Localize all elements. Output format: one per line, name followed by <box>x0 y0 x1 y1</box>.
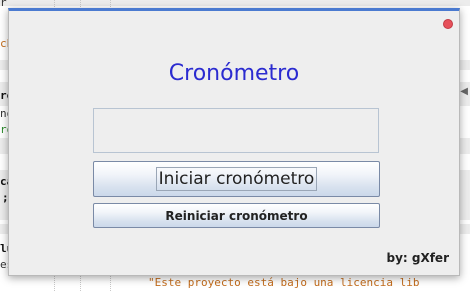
code-string-line: "Este proyecto está bajo una licencia li… <box>148 276 420 289</box>
start-stopwatch-button[interactable]: Iniciar cronómetro <box>93 161 380 197</box>
stopwatch-window: Cronómetro Iniciar cronómetro Reiniciar … <box>8 8 460 276</box>
author-credit: by: gXfer <box>386 251 449 265</box>
window-title: Cronómetro <box>168 61 300 86</box>
code-fragment: r <box>0 0 7 9</box>
time-display <box>93 108 379 153</box>
close-icon[interactable] <box>443 19 453 29</box>
reset-button-label: Reiniciar cronómetro <box>165 208 308 223</box>
fold-arrow-icon: ◀ <box>460 86 468 97</box>
start-button-label: Iniciar cronómetro <box>155 167 318 191</box>
reset-stopwatch-button[interactable]: Reiniciar cronómetro <box>93 203 380 228</box>
editor-band <box>0 0 470 6</box>
